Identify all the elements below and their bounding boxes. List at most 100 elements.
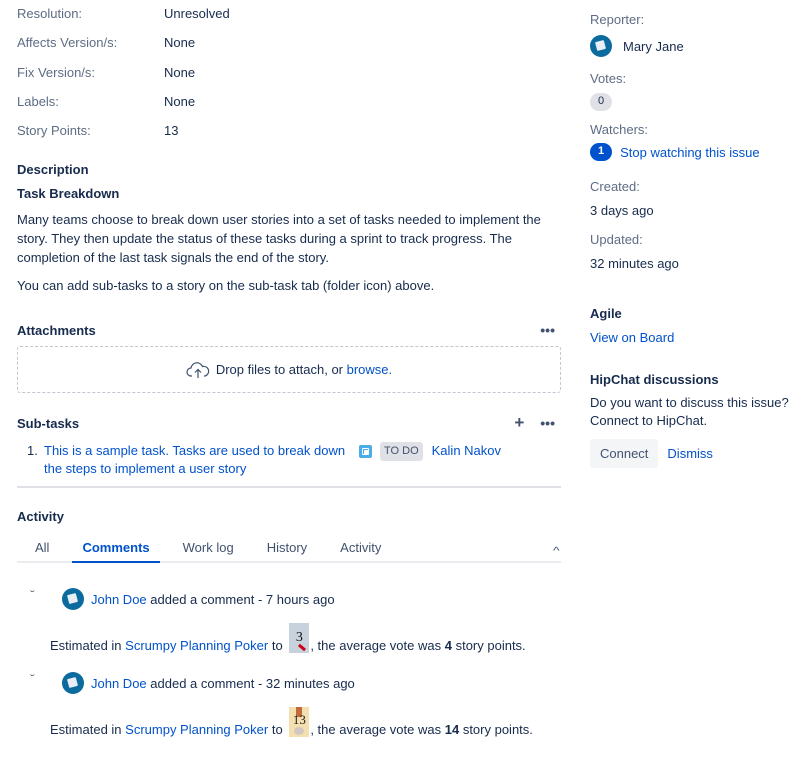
field-value[interactable]: None bbox=[164, 65, 195, 80]
votes-count-badge[interactable]: 0 bbox=[590, 93, 613, 111]
field-label: Labels: bbox=[17, 94, 59, 110]
poker-card-image: 3 bbox=[289, 623, 310, 654]
field-value[interactable]: None bbox=[164, 35, 195, 50]
attachments-header: Attachments ••• bbox=[17, 320, 561, 340]
activity-heading: Activity bbox=[17, 509, 64, 525]
tab-work-log[interactable]: Work log bbox=[183, 540, 234, 561]
subtask-number: 1. bbox=[27, 443, 38, 459]
description-subheading: Task Breakdown bbox=[17, 186, 120, 202]
field-label: Fix Version/s: bbox=[17, 64, 96, 80]
comment-body: Estimated in Scrumpy Planning Poker to 3… bbox=[17, 621, 561, 654]
stop-watching-link[interactable]: Stop watching this issue bbox=[620, 145, 759, 160]
view-on-board-link[interactable]: View on Board bbox=[590, 330, 800, 345]
hipchat-section: HipChat discussions Do you want to discu… bbox=[590, 372, 800, 468]
comment-item: ˇ John Doe added a comment - 7 hours ago… bbox=[17, 587, 561, 654]
field-story-points: Story Points: 13 bbox=[17, 116, 561, 145]
field-value: Unresolved bbox=[164, 6, 230, 22]
avatar[interactable] bbox=[62, 588, 84, 611]
comment-text: to bbox=[268, 722, 287, 738]
watchers-row: 1 Stop watching this issue bbox=[590, 143, 800, 161]
hipchat-text: Do you want to discuss this issue? Conne… bbox=[590, 395, 789, 428]
field-value[interactable]: 13 bbox=[164, 123, 178, 138]
comment-text: , the average vote was bbox=[310, 638, 445, 654]
reporter-label: Reporter: bbox=[590, 12, 645, 27]
issue-sidebar: Reporter: Mary Jane Votes: 0 Watchers: 1… bbox=[590, 0, 800, 468]
description-heading: Description bbox=[17, 162, 89, 178]
comment-text: story points. bbox=[459, 722, 533, 738]
subtask-assignee-link[interactable]: Kalin Nakov bbox=[432, 442, 501, 478]
comment-item: ˇ John Doe added a comment - 32 minutes … bbox=[17, 671, 561, 738]
reporter-name[interactable]: Mary Jane bbox=[623, 39, 684, 54]
comment-author-link[interactable]: John Doe bbox=[91, 592, 147, 607]
created-label: Created: bbox=[590, 179, 640, 194]
issue-main-column: Resolution: Unresolved Affects Version/s… bbox=[17, 0, 561, 738]
field-fix-versions: Fix Version/s: None bbox=[17, 58, 561, 87]
scrumpy-poker-link[interactable]: Scrumpy Planning Poker bbox=[125, 638, 268, 653]
agile-heading: Agile bbox=[590, 306, 622, 321]
attachments-dropzone[interactable]: Drop files to attach, or browse. bbox=[17, 346, 561, 394]
subtask-icon bbox=[359, 445, 372, 459]
field-label: Story Points: bbox=[17, 123, 91, 139]
chevron-down-icon[interactable]: ˇ bbox=[30, 590, 58, 601]
subtasks-heading: Sub-tasks bbox=[17, 415, 80, 431]
tab-all[interactable]: All bbox=[35, 540, 49, 561]
average-vote: 4 bbox=[444, 638, 452, 654]
comment-header: ˇ John Doe added a comment - 7 hours ago bbox=[17, 587, 561, 611]
comment-text: story points. bbox=[451, 638, 526, 654]
updated-label: Updated: bbox=[590, 232, 643, 247]
chevron-up-icon[interactable]: ^ bbox=[553, 546, 560, 557]
description-paragraph[interactable]: You can add sub-tasks to a story on the … bbox=[17, 276, 561, 295]
more-icon[interactable]: ••• bbox=[540, 323, 561, 337]
field-labels: Labels: None bbox=[17, 87, 561, 116]
more-icon[interactable]: ••• bbox=[540, 416, 561, 430]
comment-action: added a comment - bbox=[146, 591, 266, 607]
comment-body: Estimated in Scrumpy Planning Poker to 1… bbox=[17, 705, 561, 738]
avatar[interactable] bbox=[590, 35, 612, 57]
dropzone-text: Drop files to attach, or bbox=[215, 362, 343, 378]
activity-section: Activity All Comments Work log History A… bbox=[17, 509, 561, 738]
comment-author-link[interactable]: John Doe bbox=[91, 676, 147, 691]
reporter: Mary Jane bbox=[590, 35, 800, 57]
comment-header: ˇ John Doe added a comment - 32 minutes … bbox=[17, 671, 561, 695]
field-value[interactable]: None bbox=[164, 94, 195, 109]
updated-value: 32 minutes ago bbox=[590, 256, 679, 271]
card-value: 3 bbox=[295, 630, 303, 646]
attachments-heading: Attachments bbox=[17, 322, 96, 338]
comment-time[interactable]: 7 hours ago bbox=[266, 592, 335, 607]
scrumpy-poker-link[interactable]: Scrumpy Planning Poker bbox=[125, 722, 268, 737]
comment-text: , the average vote was bbox=[310, 722, 445, 738]
status-badge[interactable]: TO DO bbox=[380, 442, 423, 462]
votes-label: Votes: bbox=[590, 71, 627, 86]
subtask-summary-link[interactable]: This is a sample task. Tasks are used to… bbox=[44, 442, 356, 478]
field-label: Resolution: bbox=[17, 6, 83, 22]
hipchat-actions: Connect Dismiss bbox=[590, 439, 800, 468]
subtasks-section: Sub-tasks + ••• 1. This is a sample task… bbox=[17, 413, 561, 489]
dismiss-link[interactable]: Dismiss bbox=[667, 446, 713, 461]
cloud-upload-icon bbox=[186, 362, 210, 378]
watchers-count-badge[interactable]: 1 bbox=[590, 143, 613, 161]
description-paragraph[interactable]: Many teams choose to break down user sto… bbox=[17, 210, 561, 267]
field-affects-versions: Affects Version/s: None bbox=[17, 28, 561, 57]
description-section: Description Task Breakdown Many teams ch… bbox=[17, 162, 561, 295]
plus-icon[interactable]: + bbox=[514, 414, 524, 431]
tab-comments[interactable]: Comments bbox=[72, 540, 160, 564]
watchers-label: Watchers: bbox=[590, 122, 649, 137]
comment-text: Estimated in bbox=[50, 722, 126, 738]
subtasks-header: Sub-tasks + ••• bbox=[17, 413, 561, 433]
subtask-row: 1. This is a sample task. Tasks are used… bbox=[17, 442, 561, 489]
connect-button[interactable]: Connect bbox=[590, 439, 659, 468]
hipchat-heading: HipChat discussions bbox=[590, 372, 719, 387]
browse-link[interactable]: browse. bbox=[347, 362, 393, 377]
card-value: 13 bbox=[292, 712, 306, 728]
comment-action: added a comment - bbox=[146, 675, 266, 691]
issue-details-fields: Resolution: Unresolved Affects Version/s… bbox=[17, 0, 561, 145]
subtasks-actions: + ••• bbox=[514, 414, 561, 431]
tab-history[interactable]: History bbox=[267, 540, 307, 561]
chevron-down-icon[interactable]: ˇ bbox=[30, 674, 58, 685]
comment-text: to bbox=[268, 638, 287, 654]
comment-time[interactable]: 32 minutes ago bbox=[266, 676, 355, 691]
comment-text: Estimated in bbox=[50, 638, 126, 654]
attachments-section: Attachments ••• Drop files to attach, or… bbox=[17, 320, 561, 394]
avatar[interactable] bbox=[62, 672, 84, 695]
tab-activity[interactable]: Activity bbox=[340, 540, 381, 561]
